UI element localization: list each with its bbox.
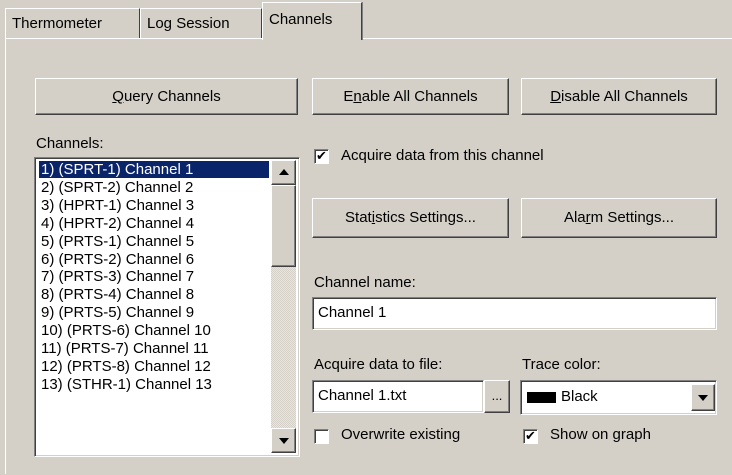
channel-list-item[interactable]: 13) (STHR-1) Channel 13 bbox=[39, 376, 212, 393]
acquire-file-value: Channel 1.txt bbox=[318, 387, 407, 404]
query-label-mnemonic: Q bbox=[112, 88, 124, 105]
tab-log-session[interactable]: Log Session bbox=[140, 8, 262, 38]
tab-log-session-label: Log Session bbox=[147, 15, 230, 32]
channel-name-label: Channel name: bbox=[314, 274, 416, 291]
statistics-settings-button[interactable]: Statistics Settings... bbox=[312, 198, 509, 238]
scroll-thumb[interactable] bbox=[271, 185, 296, 267]
trace-color-value: Black bbox=[561, 388, 598, 405]
enable-label-mnemonic: n bbox=[353, 88, 362, 105]
channel-list-item[interactable]: 1) (SPRT-1) Channel 1 bbox=[39, 161, 269, 178]
acquire-data-checkbox[interactable]: ✔ bbox=[314, 149, 329, 164]
channels-listbox[interactable]: 1) (SPRT-1) Channel 1 2) (SPRT-2) Channel… bbox=[34, 157, 300, 457]
show-on-graph-checkbox[interactable]: ✔ bbox=[523, 429, 538, 444]
chevron-down-icon bbox=[698, 395, 708, 401]
browse-file-button[interactable]: ... bbox=[484, 380, 510, 413]
trace-color-select[interactable]: Black bbox=[520, 380, 717, 415]
acquire-data-label: Acquire data from this channel bbox=[341, 147, 544, 164]
channel-list-item[interactable]: 5) (PRTS-1) Channel 5 bbox=[39, 233, 194, 250]
scroll-up-button[interactable] bbox=[271, 160, 296, 185]
overwrite-existing-checkbox[interactable] bbox=[314, 429, 329, 444]
show-on-graph-label: Show on graph bbox=[550, 426, 651, 443]
tab-thermometer-label: Thermometer bbox=[12, 15, 103, 32]
channel-list-item[interactable]: 2) (SPRT-2) Channel 2 bbox=[39, 179, 193, 196]
trace-color-dropdown-button[interactable] bbox=[691, 384, 715, 411]
disable-label-mnemonic: D bbox=[550, 88, 562, 105]
browse-label: ... bbox=[491, 388, 503, 403]
acquire-file-field[interactable]: Channel 1.txt bbox=[312, 380, 484, 413]
checkmark-icon: ✔ bbox=[525, 428, 536, 443]
alarm-label-pre: Ala bbox=[563, 209, 586, 226]
tab-channels[interactable]: Channels bbox=[262, 2, 362, 40]
channel-name-value: Channel 1 bbox=[318, 304, 387, 321]
channel-list-item[interactable]: 6) (PRTS-2) Channel 6 bbox=[39, 251, 194, 268]
arrow-down-icon bbox=[279, 438, 289, 444]
alarm-settings-button[interactable]: Alarm Settings... bbox=[521, 198, 717, 238]
query-channels-button[interactable]: Query Channels bbox=[35, 78, 298, 115]
channel-list-item[interactable]: 12) (PRTS-8) Channel 12 bbox=[39, 358, 211, 375]
enable-label-post: able All Channels bbox=[361, 88, 478, 105]
disable-all-channels-button[interactable]: Disable All Channels bbox=[521, 78, 717, 115]
color-swatch bbox=[527, 392, 556, 403]
enable-label-pre: E bbox=[343, 88, 354, 105]
channel-list-item[interactable]: 4) (HPRT-2) Channel 4 bbox=[39, 215, 194, 232]
channel-list-item[interactable]: 7) (PRTS-3) Channel 7 bbox=[39, 268, 194, 285]
acquire-file-label: Acquire data to file: bbox=[314, 356, 443, 373]
channels-label: Channels: bbox=[36, 135, 104, 152]
arrow-up-icon bbox=[279, 169, 289, 175]
channel-list-item[interactable]: 8) (PRTS-4) Channel 8 bbox=[39, 286, 194, 303]
channel-list-item[interactable]: 11) (PRTS-7) Channel 11 bbox=[39, 340, 209, 357]
query-label-post: uery Channels bbox=[123, 88, 221, 105]
tab-thermometer[interactable]: Thermometer bbox=[5, 8, 140, 38]
alarm-label-post: m Settings... bbox=[590, 209, 675, 226]
trace-color-label: Trace color: bbox=[522, 356, 601, 373]
tab-channels-label: Channels bbox=[269, 11, 333, 28]
channel-list-item[interactable]: 9) (PRTS-5) Channel 9 bbox=[39, 304, 194, 321]
statistics-label-pre: Stat bbox=[345, 209, 372, 226]
channel-list-item[interactable]: 3) (HPRT-1) Channel 3 bbox=[39, 197, 194, 214]
channel-list-item[interactable]: 10) (PRTS-6) Channel 10 bbox=[39, 322, 211, 339]
enable-all-channels-button[interactable]: Enable All Channels bbox=[312, 78, 509, 115]
checkmark-icon: ✔ bbox=[316, 148, 327, 163]
statistics-label-post: stics Settings... bbox=[375, 209, 476, 226]
scroll-down-button[interactable] bbox=[271, 428, 296, 453]
channel-name-field[interactable]: Channel 1 bbox=[312, 297, 717, 330]
disable-label-post: isable All Channels bbox=[561, 88, 688, 105]
overwrite-existing-label: Overwrite existing bbox=[341, 426, 461, 443]
